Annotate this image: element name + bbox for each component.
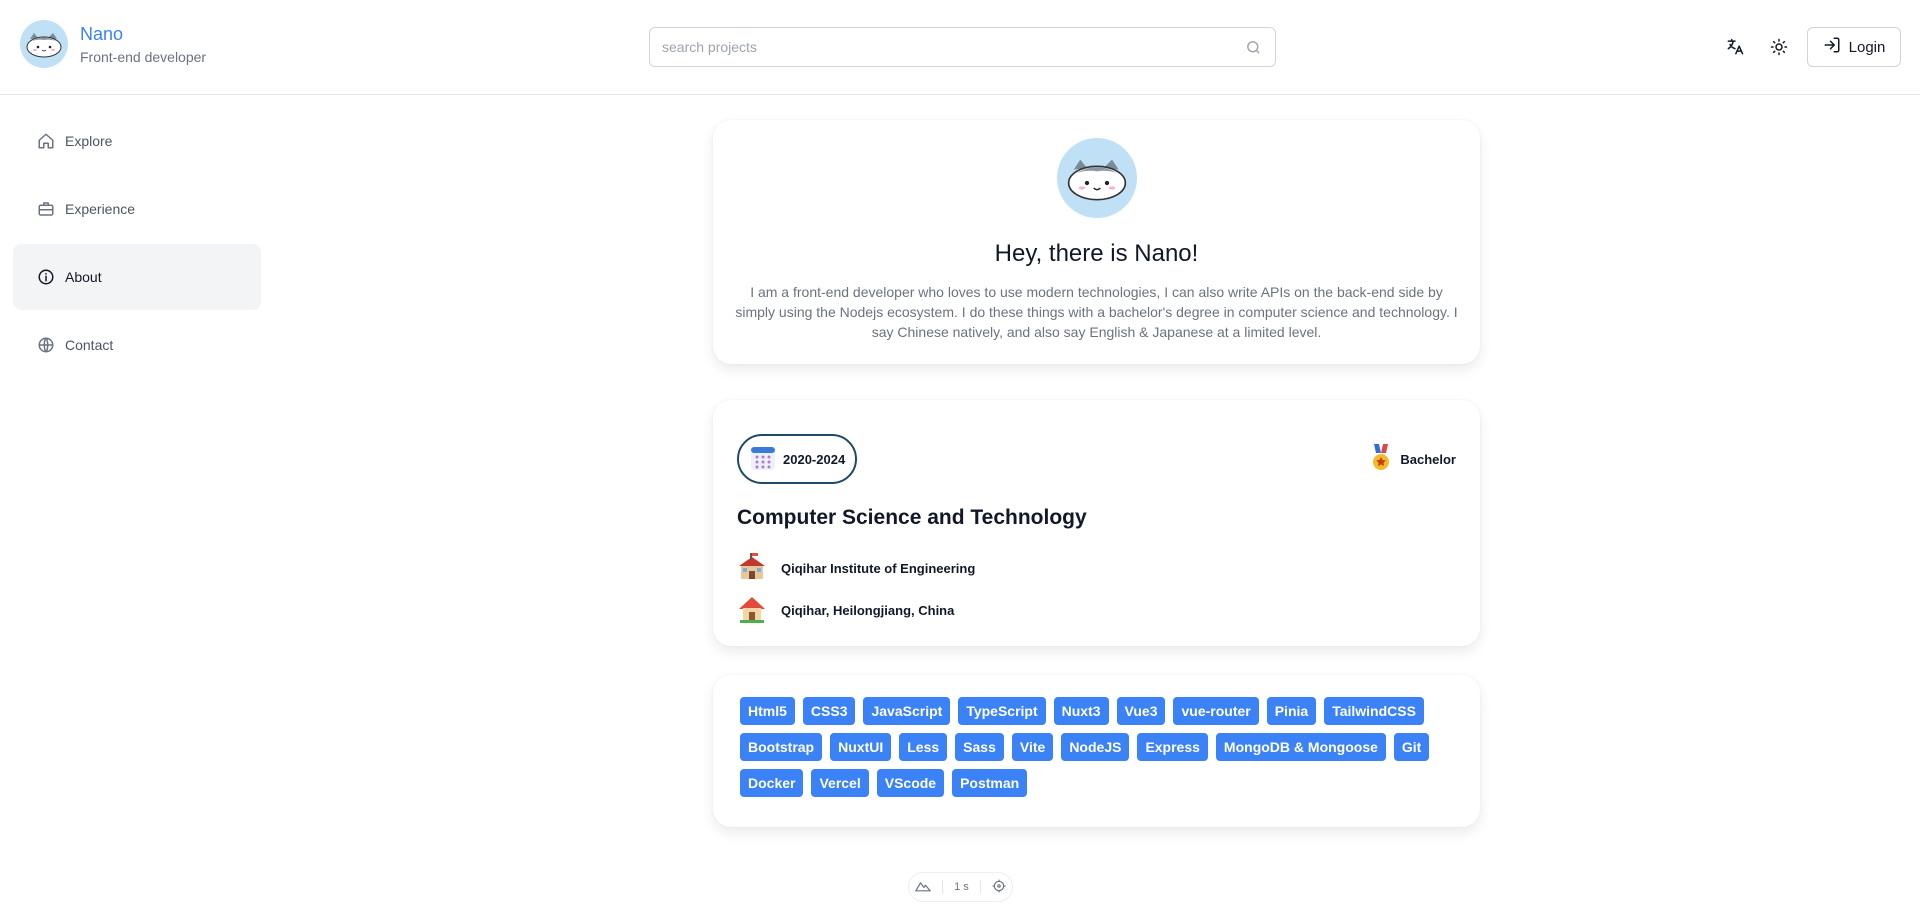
school-row: Qiqihar Institute of Engineering [737, 552, 975, 585]
globe-icon [37, 336, 55, 354]
skills-card: Html5 CSS3 JavaScript TypeScript Nuxt3 Vue3 vu… [713, 675, 1480, 827]
school-name: Qiqihar Institute of Engineering [781, 561, 976, 576]
education-card: 2020-2024 Bachelor Computer Science and … [713, 400, 1480, 646]
skill-tag: Bootstrap [740, 733, 823, 761]
mountain-icon[interactable] [914, 880, 931, 895]
skill-tag-list: Html5 CSS3 JavaScript TypeScript Nuxt3 Vue3 vu… [740, 697, 1454, 797]
skill-tag: Sass [955, 733, 1004, 761]
skill-tag: CSS3 [802, 697, 856, 725]
location-row: Qiqihar, Heilongjiang, China [737, 594, 954, 627]
sidebar-item-label: Contact [65, 337, 114, 353]
year-badge: 2020-2024 [737, 434, 858, 484]
info-icon [37, 268, 55, 286]
login-label: Login [1848, 38, 1886, 56]
avatar [20, 20, 68, 68]
degree-badge: Bachelor [1370, 444, 1456, 475]
brand[interactable]: Nano Front-end developer [20, 20, 206, 68]
cat-mascot-icon [1067, 159, 1126, 201]
skill-tag: NodeJS [1061, 733, 1130, 761]
login-button[interactable]: Login [1807, 27, 1901, 67]
location-text: Qiqihar, Heilongjiang, China [781, 603, 955, 618]
skill-tag: Html5 [740, 697, 795, 725]
bio-text: I am a front-end developer who loves to … [735, 284, 1458, 340]
home-icon [37, 132, 55, 150]
crosshair-icon[interactable] [992, 879, 1006, 896]
sidebar-item-explore[interactable]: Explore [13, 108, 261, 174]
school-icon [737, 552, 767, 585]
app-header: Nano Front-end developer Login [0, 0, 1920, 95]
calendar-icon [749, 444, 777, 475]
sidebar-item-contact[interactable]: Contact [13, 312, 261, 378]
skill-tag: Nuxt3 [1053, 697, 1109, 725]
render-timer: 1 s [954, 881, 969, 893]
skill-tag: TailwindCSS [1324, 697, 1424, 725]
skill-tag: Docker [740, 769, 804, 797]
skill-tag: Git [1393, 733, 1430, 761]
sidebar-item-label: About [65, 269, 102, 285]
skill-tag: TypeScript [958, 697, 1046, 725]
skill-tag: Vue3 [1116, 697, 1166, 725]
translate-icon[interactable] [1723, 35, 1747, 59]
skill-tag: NuxtUI [830, 733, 892, 761]
year-range: 2020-2024 [783, 451, 846, 467]
search-box [649, 27, 1276, 67]
medal-icon [1370, 444, 1392, 475]
sidebar-nav: Explore Experience About Contact [13, 108, 261, 380]
login-icon [1823, 36, 1841, 58]
skill-tag: Vercel [811, 769, 869, 797]
toolbar-divider [980, 880, 982, 894]
brand-role: Front-end developer [80, 48, 207, 65]
sun-icon[interactable] [1767, 35, 1791, 59]
briefcase-icon [37, 200, 55, 218]
skill-tag: Vite [1011, 733, 1054, 761]
major-title: Computer Science and Technology [737, 506, 1087, 529]
sidebar-item-experience[interactable]: Experience [13, 176, 261, 242]
cat-mascot-icon [26, 33, 62, 58]
skill-tag: Less [899, 733, 948, 761]
skill-tag: Postman [952, 769, 1028, 797]
brand-name: Nano [80, 23, 124, 44]
intro-card: Hey, there is Nano! I am a front-end dev… [713, 120, 1480, 364]
skill-tag: Pinia [1266, 697, 1317, 725]
skill-tag: JavaScript [863, 697, 951, 725]
dev-toolbar: 1 s [908, 872, 1013, 902]
sidebar-item-label: Experience [65, 201, 136, 217]
greeting-heading: Hey, there is Nano! [994, 240, 1199, 267]
house-icon [737, 594, 767, 627]
sidebar-item-about[interactable]: About [13, 244, 261, 310]
avatar [1056, 138, 1137, 218]
search-input[interactable] [662, 39, 1243, 55]
toolbar-divider [941, 880, 943, 894]
degree-label: Bachelor [1400, 452, 1456, 467]
skill-tag: VScode [876, 769, 945, 797]
search-icon[interactable] [1243, 37, 1263, 57]
skill-tag: Express [1137, 733, 1208, 761]
skill-tag: MongoDB & Mongoose [1215, 733, 1386, 761]
sidebar-item-label: Explore [65, 133, 113, 149]
skill-tag: vue-router [1173, 697, 1259, 725]
